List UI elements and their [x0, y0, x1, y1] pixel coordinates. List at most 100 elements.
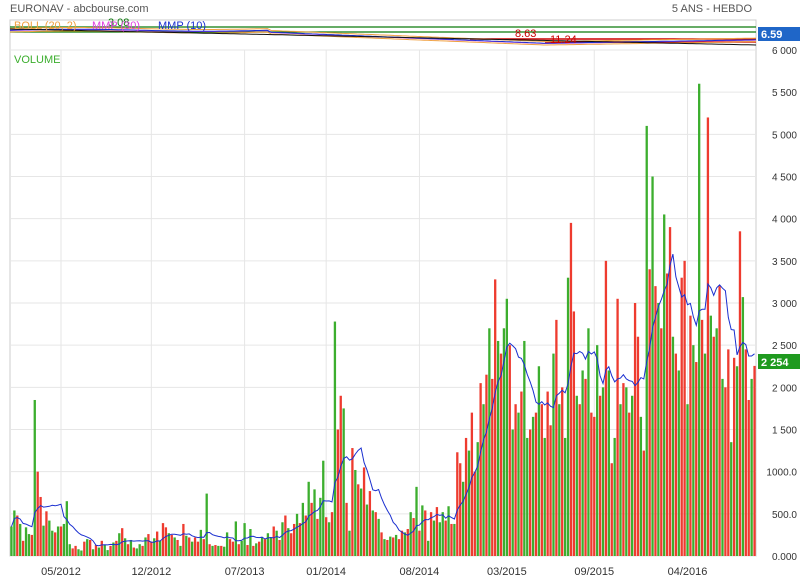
volume-bar — [735, 366, 739, 556]
volume-bar — [339, 395, 342, 556]
volume-bar — [523, 340, 526, 556]
volume-bar — [240, 540, 243, 556]
price-panel: 3.08 8.63 11.24 BOLL (20, 2) MMP (30) MM… — [9, 17, 800, 51]
volume-bar — [284, 515, 287, 556]
volume-bar — [671, 336, 675, 556]
volume-bar — [290, 533, 293, 556]
volume-bar — [663, 214, 666, 556]
volume-bar — [581, 370, 584, 556]
volume-bar — [205, 493, 208, 556]
volume-bar — [190, 541, 194, 556]
volume-bar — [386, 539, 389, 556]
volume-bar — [135, 548, 138, 556]
volume-bar — [584, 378, 587, 556]
volume-bar — [377, 518, 380, 556]
volume-bar — [86, 539, 89, 556]
volume-bar — [211, 545, 214, 556]
volume-bar — [45, 511, 48, 556]
y-tick-label: 0.000 — [772, 552, 797, 563]
x-tick-label: 05/2012 — [41, 566, 81, 578]
volume-bar — [357, 484, 360, 556]
volume-bar — [566, 277, 570, 556]
y-tick-label: 500.0 — [772, 510, 797, 521]
volume-bar — [217, 545, 220, 556]
volume-bar — [610, 463, 613, 556]
volume-bar — [590, 412, 593, 556]
volume-bar — [316, 518, 319, 556]
volume-bar — [138, 544, 141, 556]
volume-bar — [260, 537, 264, 556]
volume-bar — [327, 522, 331, 556]
volume-bar — [665, 273, 669, 556]
volume-bar — [692, 345, 695, 556]
volume-bar — [223, 546, 226, 556]
volume-bar — [36, 471, 39, 556]
volume-bar — [322, 460, 325, 556]
volume-bar — [193, 537, 197, 556]
volume-bar — [59, 526, 63, 556]
volume-bar — [459, 463, 462, 556]
volume-bar — [351, 448, 354, 556]
volume-bar — [485, 374, 488, 556]
volume-bar — [744, 349, 747, 556]
volume-bar — [461, 481, 465, 556]
volume-bar — [601, 387, 605, 556]
volume-bar — [275, 530, 278, 556]
volume-bar — [732, 357, 736, 556]
volume-bar — [456, 452, 459, 556]
volume-bar — [698, 83, 701, 556]
volume-bar — [467, 450, 471, 556]
volume-bar — [683, 260, 686, 556]
volume-bar — [479, 383, 482, 556]
volume-bar — [706, 117, 710, 556]
y-tick-label: 2 500 — [772, 341, 797, 352]
volume-bar — [633, 303, 637, 556]
volume-bar — [700, 319, 704, 556]
volume-bar — [529, 429, 532, 556]
volume-bar — [674, 353, 678, 556]
volume-bar — [482, 404, 485, 556]
volume-bar — [65, 501, 68, 556]
y-tick-label: 5 000 — [772, 130, 797, 141]
volume-bar — [753, 365, 756, 556]
volume-bar — [526, 437, 529, 556]
volume-bar — [648, 269, 651, 556]
volume-bar — [394, 534, 398, 556]
volume-bar — [680, 277, 683, 556]
volume-bar — [88, 539, 92, 556]
volume-bar — [488, 328, 491, 556]
x-tick-label: 12/2012 — [131, 566, 171, 578]
volume-bar — [625, 387, 628, 556]
volume-bar — [345, 502, 348, 556]
volume-bar — [531, 416, 535, 556]
volume-bar — [613, 437, 616, 556]
volume-bar — [593, 416, 596, 556]
volume-bar — [709, 315, 712, 556]
volume-bar — [403, 532, 407, 556]
volume-bar — [630, 395, 634, 556]
volume-bar — [234, 521, 237, 556]
volume-bar — [298, 523, 302, 556]
volume-bar — [307, 481, 310, 556]
volume-bar — [622, 383, 625, 556]
volume-bar — [534, 412, 538, 556]
volume-bar — [295, 513, 299, 556]
volume-bar — [604, 260, 608, 556]
volume-bar — [686, 404, 689, 556]
volume-bar — [132, 547, 136, 556]
volume-bar — [266, 533, 270, 556]
volume-bar — [68, 544, 71, 556]
volume-bar — [231, 541, 235, 556]
x-tick-label: 01/2014 — [306, 566, 346, 578]
volume-bar — [325, 517, 328, 556]
x-tick-label: 09/2015 — [574, 566, 614, 578]
volume-bar — [450, 523, 453, 556]
volume-bar — [453, 523, 456, 556]
last-price-value: 6.59 — [761, 29, 782, 41]
volume-bar — [695, 362, 698, 556]
volume-bar — [432, 520, 436, 556]
volume-bar — [546, 391, 549, 556]
volume-bar — [74, 545, 77, 556]
volume-bar — [173, 537, 176, 556]
volume-bar — [199, 529, 203, 556]
